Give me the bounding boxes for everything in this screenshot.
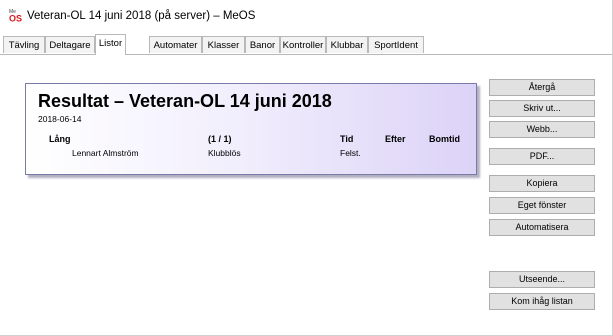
pdf-button[interactable]: PDF... xyxy=(489,148,595,165)
column-header-efter: Efter xyxy=(385,134,406,144)
tab-automater[interactable]: Automater xyxy=(149,36,202,53)
copy-button[interactable]: Kopiera xyxy=(489,175,595,192)
report-date: 2018-06-14 xyxy=(38,114,82,124)
web-button[interactable]: Webb... xyxy=(489,121,595,138)
runner-time: Felst. xyxy=(340,148,361,158)
svg-text:OS: OS xyxy=(9,14,22,23)
own-window-button[interactable]: Eget fönster xyxy=(489,197,595,214)
class-name: Lång xyxy=(49,134,71,144)
app-window: Me OS Veteran-OL 14 juni 2018 (på server… xyxy=(0,0,613,336)
class-count: (1 / 1) xyxy=(208,134,232,144)
tab-listor[interactable]: Listor xyxy=(95,34,126,55)
runner-name: Lennart Almström xyxy=(72,148,139,158)
tab-tavling[interactable]: Tävling xyxy=(3,36,45,53)
runner-club: Klubblös xyxy=(208,148,241,158)
report-title: Resultat – Veteran-OL 14 juni 2018 xyxy=(38,91,332,111)
tab-banor[interactable]: Banor xyxy=(245,36,280,53)
title-bar: Me OS Veteran-OL 14 juni 2018 (på server… xyxy=(0,0,612,32)
appearance-button[interactable]: Utseende... xyxy=(489,271,595,288)
remember-list-button[interactable]: Kom ihåg listan xyxy=(489,293,595,310)
print-button[interactable]: Skriv ut... xyxy=(489,100,595,117)
tab-klasser[interactable]: Klasser xyxy=(202,36,245,53)
automate-button[interactable]: Automatisera xyxy=(489,219,595,236)
tab-bar: Tävling Deltagare Listor Automater Klass… xyxy=(0,34,612,55)
meos-app-icon: Me OS xyxy=(9,9,22,23)
back-button[interactable]: Återgå xyxy=(489,79,595,96)
column-header-tid: Tid xyxy=(340,134,354,144)
window-title: Veteran-OL 14 juni 2018 (på server) – Me… xyxy=(27,10,256,22)
result-report: Resultat – Veteran-OL 14 juni 2018 2018-… xyxy=(25,83,477,175)
tab-klubbar[interactable]: Klubbar xyxy=(326,36,368,53)
tab-kontroller[interactable]: Kontroller xyxy=(280,36,326,53)
column-header-bomtid: Bomtid xyxy=(429,134,460,144)
tab-sportident[interactable]: SportIdent xyxy=(368,36,424,53)
tab-deltagare[interactable]: Deltagare xyxy=(45,36,95,53)
